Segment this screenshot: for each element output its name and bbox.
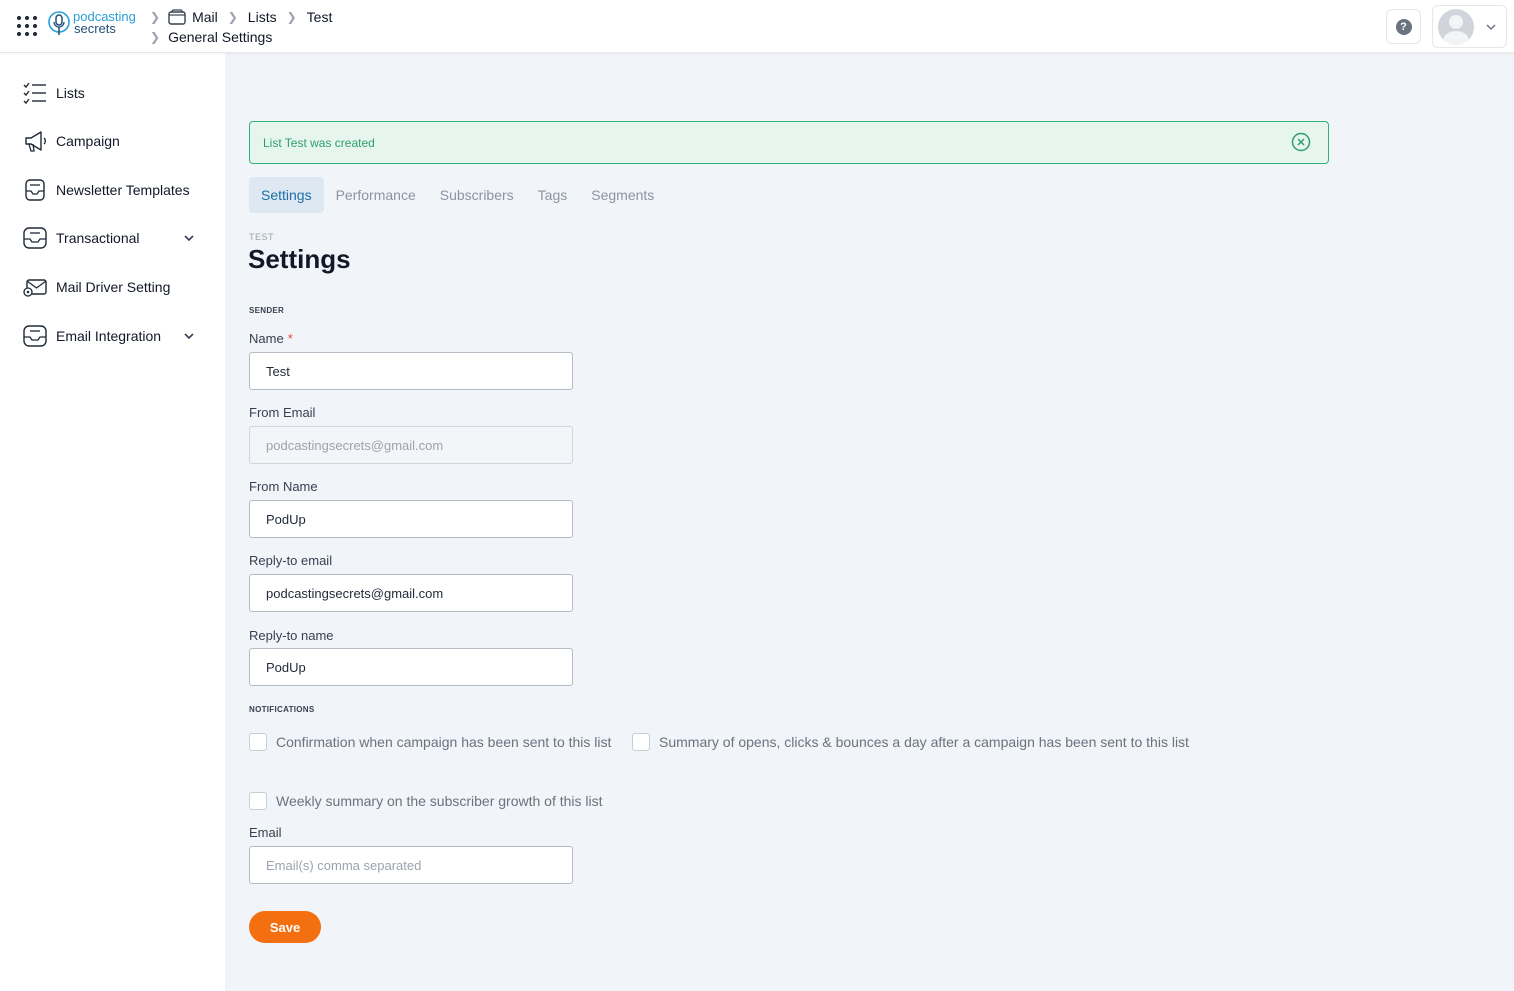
- sidebar-item-label: Email Integration: [56, 328, 162, 344]
- tab-subscribers[interactable]: Subscribers: [428, 177, 526, 213]
- tab-segments[interactable]: Segments: [579, 177, 666, 213]
- sidebar-item-label: Mail Driver Setting: [56, 279, 171, 295]
- breadcrumb-lists[interactable]: Lists: [248, 9, 277, 25]
- app-grid-icon[interactable]: [17, 16, 37, 36]
- sidebar-item-newsletter-templates[interactable]: Newsletter Templates: [0, 170, 225, 210]
- sidebar: Lists Campaign Newsletter Templates Tran…: [0, 53, 225, 991]
- name-input[interactable]: [249, 352, 573, 390]
- mail-driver-icon: [23, 279, 47, 297]
- sidebar-item-label: Transactional: [56, 230, 140, 246]
- from-email-input: [249, 426, 573, 464]
- from-name-label: From Name: [249, 479, 318, 494]
- email-label: Email: [249, 825, 282, 840]
- mail-app-icon: [168, 9, 186, 25]
- section-label-sender: SENDER: [249, 306, 285, 315]
- required-marker: *: [287, 331, 293, 346]
- page-eyebrow: TEST: [249, 232, 275, 242]
- tab-settings[interactable]: Settings: [249, 177, 324, 213]
- success-alert: List Test was created: [249, 121, 1329, 164]
- logo-text-secrets: secrets: [74, 21, 116, 36]
- close-circle-icon[interactable]: [1291, 132, 1311, 152]
- reply-name-input[interactable]: [249, 648, 573, 686]
- sidebar-item-email-integration[interactable]: Email Integration: [0, 316, 225, 356]
- name-label: Name *: [249, 331, 293, 346]
- confirmation-checkbox-row[interactable]: Confirmation when campaign has been sent…: [249, 733, 611, 751]
- from-name-input[interactable]: [249, 500, 573, 538]
- page-title: Settings: [248, 244, 351, 274]
- breadcrumb-mail[interactable]: Mail: [192, 9, 218, 25]
- chevron-down-icon: [184, 333, 194, 340]
- confirmation-checkbox[interactable]: [249, 733, 267, 751]
- inbox-icon: [23, 227, 47, 249]
- breadcrumb-test[interactable]: Test: [307, 9, 333, 25]
- inbox-icon: [23, 325, 47, 347]
- summary-checkbox-row[interactable]: Summary of opens, clicks & bounces a day…: [632, 733, 1189, 751]
- sidebar-item-mail-driver-setting[interactable]: Mail Driver Setting: [0, 267, 225, 307]
- summary-checkbox-label: Summary of opens, clicks & bounces a day…: [659, 734, 1189, 750]
- chevron-down-icon: [1486, 23, 1496, 30]
- megaphone-icon: [25, 131, 46, 152]
- user-menu-button[interactable]: [1432, 5, 1507, 48]
- sidebar-item-label: Lists: [56, 85, 85, 101]
- avatar: [1438, 8, 1474, 45]
- notification-email-input[interactable]: [249, 846, 573, 884]
- reply-name-label: Reply-to name: [249, 628, 334, 643]
- chevron-right-icon: ❯: [150, 10, 161, 24]
- breadcrumb: ❯ Mail ❯ Lists ❯ Test ❯ General Settings: [150, 7, 332, 47]
- tab-tags[interactable]: Tags: [526, 177, 580, 213]
- confirmation-checkbox-label: Confirmation when campaign has been sent…: [276, 734, 612, 750]
- template-icon: [25, 179, 45, 201]
- tab-performance[interactable]: Performance: [324, 177, 428, 213]
- chevron-right-icon: ❯: [227, 10, 238, 24]
- weekly-checkbox-label: Weekly summary on the subscriber growth …: [276, 793, 603, 809]
- save-button[interactable]: Save: [249, 911, 321, 943]
- sidebar-item-campaign[interactable]: Campaign: [0, 121, 225, 161]
- summary-checkbox[interactable]: [632, 733, 650, 751]
- checklist-icon: [23, 82, 46, 105]
- chevron-right-icon: ❯: [286, 10, 297, 24]
- sidebar-item-lists[interactable]: Lists: [0, 73, 225, 113]
- logo[interactable]: podcasting secrets: [47, 9, 136, 37]
- alert-message: List Test was created: [263, 135, 375, 150]
- help-button[interactable]: ?: [1386, 9, 1421, 44]
- breadcrumb-general-settings: General Settings: [168, 29, 273, 45]
- from-email-label: From Email: [249, 405, 316, 420]
- sidebar-item-transactional[interactable]: Transactional: [0, 218, 225, 258]
- help-icon: ?: [1395, 18, 1412, 35]
- sidebar-item-label: Newsletter Templates: [56, 182, 190, 198]
- top-bar: podcasting secrets ❯ Mail ❯ Lists ❯ Test…: [0, 0, 1514, 53]
- section-label-notifications: NOTIFICATIONS: [249, 705, 315, 714]
- name-label-text: Name: [249, 331, 284, 346]
- reply-email-input[interactable]: [249, 574, 573, 612]
- weekly-checkbox-row[interactable]: Weekly summary on the subscriber growth …: [249, 792, 603, 810]
- reply-email-label: Reply-to email: [249, 553, 333, 568]
- chevron-down-icon: [184, 235, 194, 242]
- chevron-right-icon: ❯: [150, 30, 161, 44]
- microphone-logo-icon: [48, 11, 70, 35]
- sidebar-item-label: Campaign: [56, 133, 120, 149]
- weekly-checkbox[interactable]: [249, 792, 267, 810]
- tab-bar: Settings Performance Subscribers Tags Se…: [249, 177, 666, 213]
